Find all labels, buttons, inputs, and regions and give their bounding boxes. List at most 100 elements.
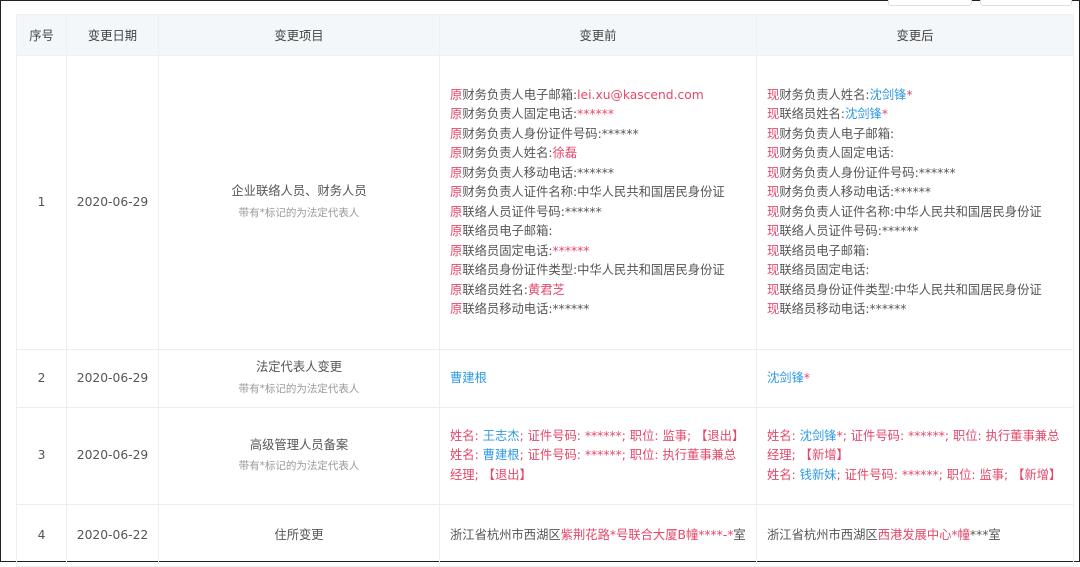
table-row: 1 2020-06-29 企业联络人员、财务人员 带有*标记的为法定代表人 原财务负责人… xyxy=(16,55,1074,350)
person-name: 曹建根 xyxy=(482,448,520,463)
prefix-marker: 现 xyxy=(767,302,780,316)
change-after-cell: 浙江省杭州市西湖区西港发展中心*幢***室 xyxy=(756,504,1074,567)
field-text: 财务负责人移动电话:****** xyxy=(779,185,932,199)
legal-rep-note: 带有*标记的为法定代表人 xyxy=(238,460,360,472)
change-after-line: 现财务负责人身份证件号码:****** xyxy=(767,164,1063,184)
field-text: 联络员身份证件类型:中华人民共和国居民身份证 xyxy=(462,263,725,277)
change-item-title: 企业联络人员、财务人员 xyxy=(231,184,367,198)
change-before-cell: 原财务负责人电子邮箱:lei.xu@kascend.com 原财务负责人固定电话:… xyxy=(439,55,757,350)
field-text: 财务负责人姓名: xyxy=(462,146,553,160)
prefix-marker: 现 xyxy=(767,87,780,102)
prefix-marker: 现 xyxy=(767,263,780,277)
field-text: 联络员姓名: xyxy=(779,107,845,121)
highlighted-value: 姓名: xyxy=(450,448,483,463)
prefix-marker: 原 xyxy=(450,282,463,297)
change-before-line: 原财务负责人姓名:徐磊 xyxy=(450,144,746,164)
field-text: 联络员电子邮箱: xyxy=(462,224,553,238)
col-header-item: 变更项目 xyxy=(158,14,440,56)
change-date: 2020-06-29 xyxy=(66,407,159,505)
change-before-line: 原联络员姓名:黄君芝 xyxy=(450,281,746,301)
change-before-line: 原财务负责人移动电话:****** xyxy=(450,164,746,184)
prefix-marker: 原 xyxy=(450,263,463,277)
row-number: 3 xyxy=(16,407,67,505)
change-after-line: 姓名: 沈剑锋*; 证件号码: ******; 职位: 执行董事兼总经理; 【新… xyxy=(767,427,1063,466)
highlighted-value: * xyxy=(803,370,811,385)
change-before-cell: 姓名: 王志杰; 证件号码: ******; 职位: 监事; 【退出】 姓名: 曹… xyxy=(439,407,757,505)
person-name: 沈剑锋 xyxy=(799,428,837,443)
change-after-line: 现联络员固定电话: xyxy=(767,261,1063,281)
field-text: 联络员电子邮箱: xyxy=(779,243,870,258)
change-after-line: 现联络员移动电话:****** xyxy=(767,300,1063,320)
field-text: 联络人员证件号码:****** xyxy=(462,204,602,219)
change-item-title: 法定代表人变更 xyxy=(255,360,343,374)
highlighted-value: 西港发展中心*幢 xyxy=(877,527,970,542)
prefix-marker: 原 xyxy=(450,243,463,258)
field-text: 财务负责人姓名: xyxy=(779,87,870,102)
change-after-line: 现财务负责人姓名:沈剑锋* xyxy=(767,86,1063,106)
change-after-line: 现财务负责人固定电话: xyxy=(767,144,1063,164)
change-before-line: 原财务负责人固定电话:****** xyxy=(450,105,746,125)
prefix-marker: 原 xyxy=(450,185,463,199)
highlighted-value: ; 证件号码: ******; 职位: 监事; 【退出】 xyxy=(519,428,745,443)
field-text: 财务负责人证件名称:中华人民共和国居民身份证 xyxy=(779,204,1042,219)
prefix-marker: 原 xyxy=(450,107,463,121)
field-text: 财务负责人固定电话: xyxy=(462,107,578,121)
col-header-before: 变更前 xyxy=(439,14,757,56)
field-text: 联络员固定电话: xyxy=(779,263,870,277)
change-before-line: 原联络员电子邮箱: xyxy=(450,222,746,242)
prefix-marker: 现 xyxy=(767,107,780,121)
change-before-line: 原联络员移动电话:****** xyxy=(450,300,746,320)
person-name: 沈剑锋 xyxy=(869,87,907,102)
field-text: 联络员身份证件类型:中华人民共和国居民身份证 xyxy=(779,282,1042,297)
change-records-table: 序号 变更日期 变更项目 变更前 变更后 1 2020-06-29 企业联络人员、财… xyxy=(16,14,1074,567)
change-date: 2020-06-29 xyxy=(66,349,159,408)
field-text: 财务负责人身份证件号码:****** xyxy=(779,165,956,180)
highlighted-value: ****** xyxy=(552,243,590,258)
highlighted-value: 徐磊 xyxy=(552,146,578,160)
prefix-marker: 现 xyxy=(767,185,780,199)
change-after-line: 浙江省杭州市西湖区西港发展中心*幢***室 xyxy=(767,526,1063,546)
prefix-marker: 原 xyxy=(450,126,463,141)
table-row: 3 2020-06-29 高级管理人员备案 带有*标记的为法定代表人 姓名: 王志杰; … xyxy=(16,407,1074,505)
prefix-marker: 现 xyxy=(767,126,780,141)
field-text: 财务负责人身份证件号码:****** xyxy=(462,126,639,141)
person-name: 钱新妹 xyxy=(799,467,837,482)
person-name: 沈剑锋 xyxy=(767,370,804,385)
prefix-marker: 现 xyxy=(767,243,780,258)
highlighted-value: 姓名: xyxy=(450,428,483,443)
field-text: 联络人员证件号码:****** xyxy=(779,224,919,238)
prefix-marker: 原 xyxy=(450,224,463,238)
highlighted-value: * xyxy=(906,87,913,102)
change-item-title: 高级管理人员备案 xyxy=(249,437,349,452)
change-after-cell: 沈剑锋* xyxy=(756,349,1074,408)
field-text: 联络员移动电话:****** xyxy=(462,302,590,316)
change-after-line: 姓名: 钱新妹; 证件号码: ******; 职位: 监事; 【新增】 xyxy=(767,466,1063,486)
field-text: 联络员固定电话: xyxy=(462,243,553,258)
person-name: 沈剑锋 xyxy=(844,107,882,121)
change-item: 高级管理人员备案 带有*标记的为法定代表人 xyxy=(158,407,440,505)
change-before-line: 原财务负责人证件名称:中华人民共和国居民身份证 xyxy=(450,183,746,203)
change-item: 法定代表人变更 带有*标记的为法定代表人 xyxy=(158,349,440,408)
change-after-cell: 现财务负责人姓名:沈剑锋* 现联络员姓名:沈剑锋* 现财务负责人电子邮箱: 现财务负责… xyxy=(756,55,1074,350)
change-after-line: 现联络人员证件号码:****** xyxy=(767,222,1063,242)
toolbar-button-2[interactable] xyxy=(980,0,1072,6)
change-item: 住所变更 xyxy=(158,504,440,567)
field-text: 浙江省杭州市西湖区 xyxy=(767,527,878,542)
highlighted-value: 姓名: xyxy=(767,467,800,482)
table-header-row: 序号 变更日期 变更项目 变更前 变更后 xyxy=(16,14,1074,56)
change-after-line: 现财务负责人证件名称:中华人民共和国居民身份证 xyxy=(767,203,1063,223)
change-before-line: 原联络员固定电话:****** xyxy=(450,242,746,262)
field-text: 室 xyxy=(733,527,746,542)
change-after-cell: 姓名: 沈剑锋*; 证件号码: ******; 职位: 执行董事兼总经理; 【新… xyxy=(756,407,1074,505)
highlighted-value: * xyxy=(881,107,889,121)
change-before-line: 原财务负责人身份证件号码:****** xyxy=(450,125,746,145)
change-before-line: 原联络员身份证件类型:中华人民共和国居民身份证 xyxy=(450,261,746,281)
change-after-line: 沈剑锋* xyxy=(767,369,1063,389)
change-after-line: 现财务负责人电子邮箱: xyxy=(767,125,1063,145)
toolbar-button-1[interactable] xyxy=(888,0,972,6)
change-item: 企业联络人员、财务人员 带有*标记的为法定代表人 xyxy=(158,55,440,350)
change-before-line: 浙江省杭州市西湖区紫荆花路*号联合大厦B幢****-*室 xyxy=(450,526,746,546)
prefix-marker: 原 xyxy=(450,87,463,102)
field-text: 联络员姓名: xyxy=(462,282,528,297)
prefix-marker: 现 xyxy=(767,204,780,219)
